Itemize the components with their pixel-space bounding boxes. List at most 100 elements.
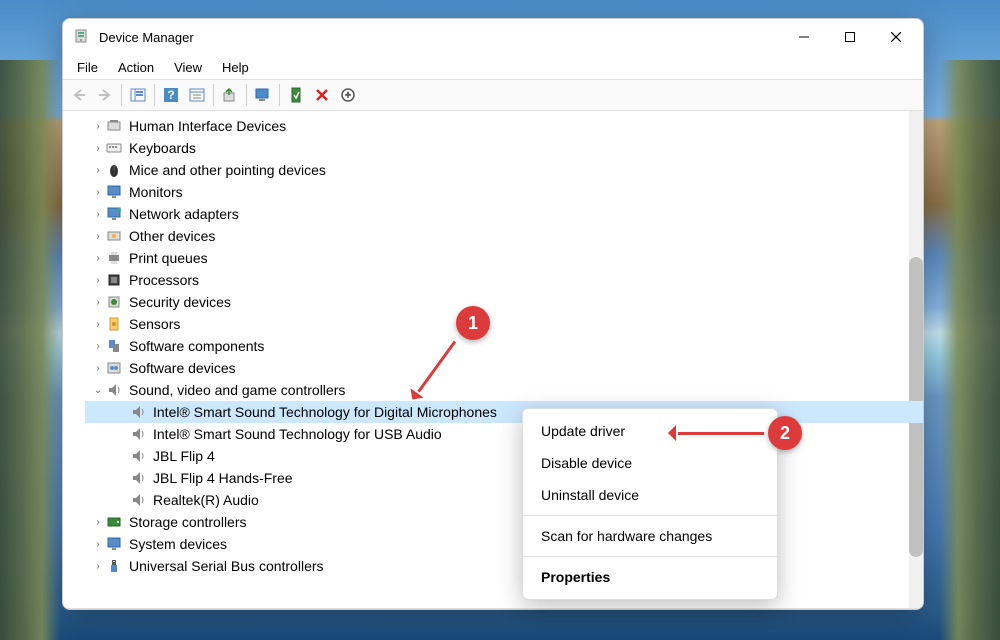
chevron-right-icon[interactable]: › <box>91 231 105 242</box>
minimize-button[interactable] <box>781 21 827 53</box>
chevron-right-icon[interactable]: › <box>91 517 105 528</box>
sensor-icon <box>105 316 123 332</box>
wallpaper-cliff-right <box>940 60 1000 640</box>
sound-icon <box>129 426 147 442</box>
menu-file[interactable]: File <box>67 58 108 77</box>
tree-category-hid[interactable]: › Human Interface Devices <box>85 115 923 137</box>
chevron-right-icon[interactable]: › <box>91 319 105 330</box>
show-hide-tree-button[interactable] <box>126 83 150 107</box>
toolbar-separator <box>213 84 214 106</box>
content-area: › Human Interface Devices ›Keyboards›Mice … <box>63 111 923 609</box>
toolbar: ? <box>63 79 923 111</box>
tree-device-item[interactable]: Intel® Smart Sound Technology for Digita… <box>85 401 923 423</box>
forward-button[interactable] <box>93 83 117 107</box>
svg-text:?: ? <box>167 88 174 102</box>
tree-device-label: JBL Flip 4 <box>153 448 215 464</box>
tree-category-system[interactable]: › System devices <box>85 533 923 555</box>
tree-device-item[interactable]: JBL Flip 4 <box>85 445 923 467</box>
toolbar-separator <box>279 84 280 106</box>
tree-category-usb[interactable]: ›Universal Serial Bus controllers <box>85 555 923 577</box>
tree-category-other[interactable]: › Other devices <box>85 225 923 247</box>
tree-category-swdev[interactable]: › Software devices <box>85 357 923 379</box>
tree-category-storage[interactable]: ›Storage controllers <box>85 511 923 533</box>
tree-category-security[interactable]: › Security devices <box>85 291 923 313</box>
toolbar-separator <box>246 84 247 106</box>
context-menu-item[interactable]: Scan for hardware changes <box>523 520 777 552</box>
tree-category-label: Security devices <box>129 294 231 310</box>
chevron-right-icon[interactable]: › <box>91 121 105 132</box>
update-driver-button[interactable] <box>218 83 242 107</box>
scan-hardware-button[interactable] <box>251 83 275 107</box>
device-tree[interactable]: › Human Interface Devices ›Keyboards›Mice … <box>63 111 923 608</box>
tree-category-printer[interactable]: ›Print queues <box>85 247 923 269</box>
mouse-icon <box>105 162 123 178</box>
chevron-right-icon[interactable]: › <box>91 341 105 352</box>
window-title: Device Manager <box>99 30 781 45</box>
context-menu-item[interactable]: Disable device <box>523 447 777 479</box>
system-icon <box>105 536 123 552</box>
tree-category-network[interactable]: › Network adapters <box>85 203 923 225</box>
hid-icon <box>105 118 123 134</box>
chevron-down-icon[interactable]: ⌄ <box>91 385 105 396</box>
tree-category-label: Network adapters <box>129 206 239 222</box>
tree-category-label: System devices <box>129 536 227 552</box>
tree-device-label: Realtek(R) Audio <box>153 492 259 508</box>
chevron-right-icon[interactable]: › <box>91 363 105 374</box>
titlebar[interactable]: Device Manager <box>63 19 923 55</box>
swcomp-icon <box>105 338 123 354</box>
app-icon <box>73 29 89 45</box>
chevron-right-icon[interactable]: › <box>91 209 105 220</box>
enable-device-button[interactable] <box>284 83 308 107</box>
chevron-right-icon[interactable]: › <box>91 187 105 198</box>
monitor-icon <box>105 184 123 200</box>
chevron-right-icon[interactable]: › <box>91 253 105 264</box>
callout-2-label: 2 <box>780 423 790 444</box>
tree-category-label: Processors <box>129 272 199 288</box>
tree-device-item[interactable]: JBL Flip 4 Hands-Free <box>85 467 923 489</box>
chevron-right-icon[interactable]: › <box>91 143 105 154</box>
context-menu-item[interactable]: Update driver <box>523 415 777 447</box>
sound-icon <box>129 404 147 420</box>
uninstall-button[interactable] <box>310 83 334 107</box>
menu-help[interactable]: Help <box>212 58 259 77</box>
callout-1-label: 1 <box>468 313 478 334</box>
tree-category-keyboard[interactable]: ›Keyboards <box>85 137 923 159</box>
chevron-right-icon[interactable]: › <box>91 539 105 550</box>
disable-device-button[interactable] <box>336 83 360 107</box>
chevron-right-icon[interactable]: › <box>91 561 105 572</box>
context-menu-item[interactable]: Properties <box>523 561 777 593</box>
tree-category-label: Software devices <box>129 360 236 376</box>
tree-category-label: Other devices <box>129 228 215 244</box>
tree-category-monitor[interactable]: ›Monitors <box>85 181 923 203</box>
tree-category-label: Software components <box>129 338 264 354</box>
tree-category-sensor[interactable]: ›Sensors <box>85 313 923 335</box>
tree-device-label: Intel® Smart Sound Technology for USB Au… <box>153 426 442 442</box>
device-manager-window: Device Manager File Action View Help ? <box>62 18 924 610</box>
close-button[interactable] <box>873 21 919 53</box>
sound-icon <box>129 470 147 486</box>
wallpaper-cliff-left <box>0 60 60 640</box>
tree-category-sound[interactable]: ⌄Sound, video and game controllers <box>85 379 923 401</box>
callout-1: 1 <box>456 306 490 340</box>
tree-category-cpu[interactable]: › Processors <box>85 269 923 291</box>
menu-view[interactable]: View <box>164 58 212 77</box>
sound-icon <box>129 492 147 508</box>
chevron-right-icon[interactable]: › <box>91 165 105 176</box>
tree-category-label: Human Interface Devices <box>129 118 286 134</box>
chevron-right-icon[interactable]: › <box>91 297 105 308</box>
keyboard-icon <box>105 140 123 156</box>
chevron-right-icon[interactable]: › <box>91 275 105 286</box>
properties-button[interactable] <box>185 83 209 107</box>
context-menu-item[interactable]: Uninstall device <box>523 479 777 511</box>
back-button[interactable] <box>67 83 91 107</box>
sound-icon <box>105 382 123 398</box>
other-icon <box>105 228 123 244</box>
help-button[interactable]: ? <box>159 83 183 107</box>
tree-category-mouse[interactable]: ›Mice and other pointing devices <box>85 159 923 181</box>
menu-action[interactable]: Action <box>108 58 164 77</box>
menubar: File Action View Help <box>63 55 923 79</box>
tree-device-item[interactable]: Realtek(R) Audio <box>85 489 923 511</box>
callout-2: 2 <box>768 416 802 450</box>
maximize-button[interactable] <box>827 21 873 53</box>
tree-category-swcomp[interactable]: › Software components <box>85 335 923 357</box>
